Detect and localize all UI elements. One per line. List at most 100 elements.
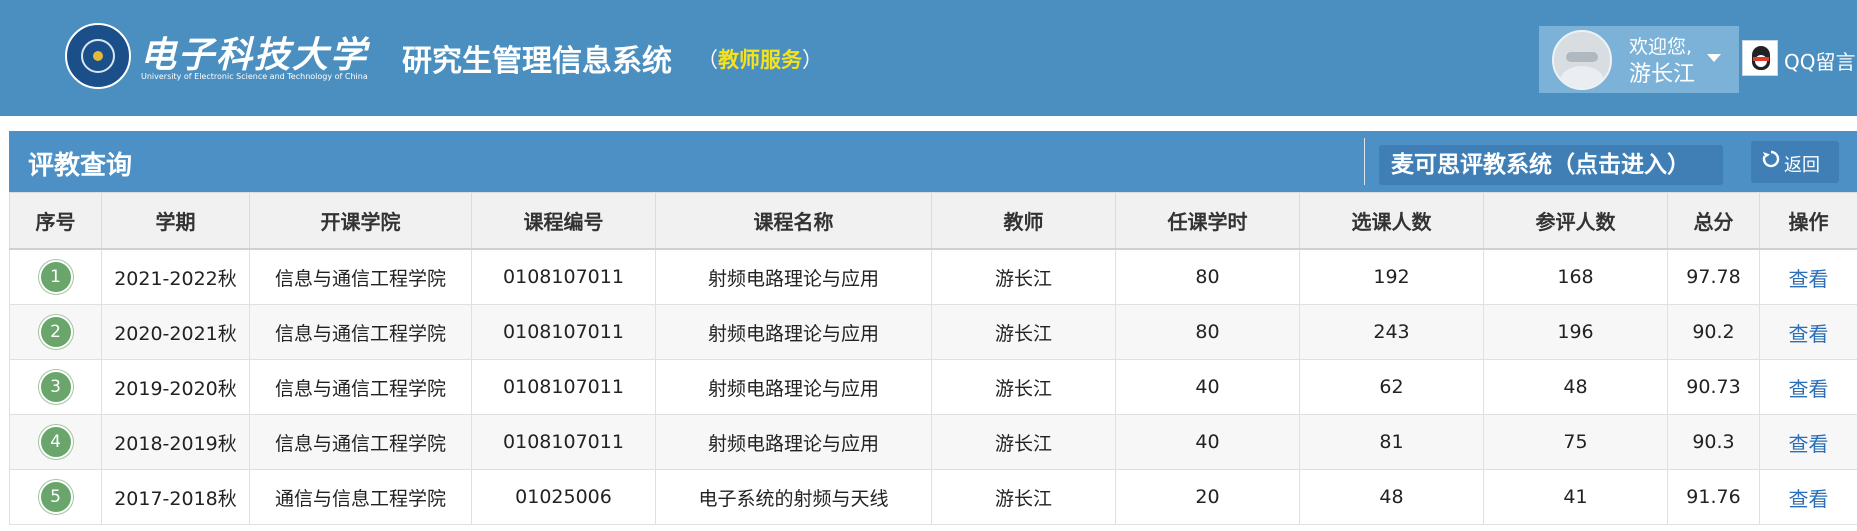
cell-course-name: 电子系统的射频与天线: [655, 469, 932, 525]
cell-enrolled: 62: [1299, 359, 1484, 415]
refresh-icon: [1762, 150, 1780, 168]
cell-term: 2020-2021秋: [101, 304, 250, 360]
cell-index: 5: [9, 469, 102, 525]
view-link[interactable]: 查看: [1789, 267, 1829, 291]
column-header: 序号: [9, 192, 102, 250]
system-role: （教师服务）: [697, 48, 823, 72]
cell-course-code: 0108107011: [471, 248, 656, 305]
cell-enrolled: 81: [1299, 414, 1484, 470]
cell-rated: 196: [1483, 304, 1668, 360]
cell-score: 90.73: [1667, 359, 1760, 415]
cell-term: 2018-2019秋: [101, 414, 250, 470]
cell-course-name: 射频电路理论与应用: [655, 359, 932, 415]
cell-enrolled: 192: [1299, 248, 1484, 305]
cell-index: 1: [9, 248, 102, 305]
university-english-name: University of Electronic Science and Tec…: [141, 72, 368, 81]
cell-action: 查看: [1759, 414, 1857, 470]
table-row: 4 2018-2019秋 信息与通信工程学院 0108107011 射频电路理论…: [9, 414, 1857, 470]
cell-college: 信息与通信工程学院: [249, 304, 472, 360]
cell-term: 2019-2020秋: [101, 359, 250, 415]
cell-rated: 41: [1483, 469, 1668, 525]
cell-teacher: 游长江: [931, 414, 1116, 470]
column-header: 教师: [931, 192, 1116, 250]
cell-term: 2017-2018秋: [101, 469, 250, 525]
table-row: 3 2019-2020秋 信息与通信工程学院 0108107011 射频电路理论…: [9, 359, 1857, 415]
cell-rated: 75: [1483, 414, 1668, 470]
column-header: 任课学时: [1115, 192, 1300, 250]
cell-hours: 20: [1115, 469, 1300, 525]
username: 游长江: [1629, 62, 1696, 87]
row-number-badge: 4: [38, 425, 73, 459]
chevron-down-icon[interactable]: [1707, 54, 1721, 62]
cell-action: 查看: [1759, 469, 1857, 525]
panel-header: 评教查询 麦可思评教系统（点击进入） 返回: [9, 131, 1857, 192]
column-header: 总分: [1667, 192, 1760, 250]
cell-score: 90.2: [1667, 304, 1760, 360]
column-header: 课程名称: [655, 192, 932, 250]
avatar: [1552, 30, 1612, 90]
cell-rated: 48: [1483, 359, 1668, 415]
mycos-evaluation-button[interactable]: 麦可思评教系统（点击进入）: [1379, 145, 1723, 185]
page-title: 评教查询: [28, 151, 133, 181]
cell-hours: 80: [1115, 304, 1300, 360]
cell-course-name: 射频电路理论与应用: [655, 414, 932, 470]
user-menu[interactable]: 欢迎您, 游长江: [1539, 26, 1739, 93]
table-row: 5 2017-2018秋 通信与信息工程学院 01025006 电子系统的射频与…: [9, 469, 1857, 525]
cell-college: 通信与信息工程学院: [249, 469, 472, 525]
university-name: 电子科技大学: [140, 34, 369, 76]
cell-index: 3: [9, 359, 102, 415]
cell-hours: 40: [1115, 359, 1300, 415]
column-header: 参评人数: [1483, 192, 1668, 250]
view-link[interactable]: 查看: [1789, 377, 1829, 401]
cell-score: 97.78: [1667, 248, 1760, 305]
qq-penguin-icon: [1742, 40, 1778, 76]
top-header: 电子科技大学 University of Electronic Science …: [0, 0, 1857, 116]
cell-score: 91.76: [1667, 469, 1760, 525]
back-label: 返回: [1784, 155, 1820, 176]
cell-course-code: 0108107011: [471, 414, 656, 470]
cell-course-code: 01025006: [471, 469, 656, 525]
column-header: 操作: [1759, 192, 1857, 250]
column-header: 课程编号: [471, 192, 656, 250]
cell-hours: 40: [1115, 414, 1300, 470]
back-button[interactable]: 返回: [1751, 141, 1839, 183]
row-number-badge: 5: [38, 480, 73, 514]
cell-action: 查看: [1759, 359, 1857, 415]
qq-message-label: QQ留言: [1784, 50, 1856, 74]
view-link[interactable]: 查看: [1789, 432, 1829, 456]
evaluation-table: 序号 学期 开课学院 课程编号 课程名称 教师 任课学时 选课人数 参评人数 总…: [9, 192, 1857, 525]
cell-rated: 168: [1483, 248, 1668, 305]
view-link[interactable]: 查看: [1789, 487, 1829, 511]
system-role-label: 教师服务: [718, 48, 802, 72]
row-number-badge: 2: [38, 315, 73, 349]
cell-college: 信息与通信工程学院: [249, 248, 472, 305]
cell-action: 查看: [1759, 248, 1857, 305]
table-header-row: 序号 学期 开课学院 课程编号 课程名称 教师 任课学时 选课人数 参评人数 总…: [9, 192, 1857, 250]
cell-enrolled: 48: [1299, 469, 1484, 525]
cell-enrolled: 243: [1299, 304, 1484, 360]
column-header: 选课人数: [1299, 192, 1484, 250]
cell-teacher: 游长江: [931, 469, 1116, 525]
cell-hours: 80: [1115, 248, 1300, 305]
cell-index: 2: [9, 304, 102, 360]
cell-course-name: 射频电路理论与应用: [655, 248, 932, 305]
divider: [1364, 138, 1365, 185]
view-link[interactable]: 查看: [1789, 322, 1829, 346]
cell-course-name: 射频电路理论与应用: [655, 304, 932, 360]
university-seal-logo: [65, 23, 131, 89]
column-header: 学期: [101, 192, 250, 250]
welcome-text: 欢迎您,: [1629, 36, 1693, 58]
cell-action: 查看: [1759, 304, 1857, 360]
cell-teacher: 游长江: [931, 304, 1116, 360]
column-header: 开课学院: [249, 192, 472, 250]
cell-course-code: 0108107011: [471, 304, 656, 360]
cell-teacher: 游长江: [931, 359, 1116, 415]
table-row: 2 2020-2021秋 信息与通信工程学院 0108107011 射频电路理论…: [9, 304, 1857, 360]
cell-index: 4: [9, 414, 102, 470]
cell-college: 信息与通信工程学院: [249, 359, 472, 415]
cell-teacher: 游长江: [931, 248, 1116, 305]
cell-term: 2021-2022秋: [101, 248, 250, 305]
system-title: 研究生管理信息系统: [402, 44, 672, 79]
cell-score: 90.3: [1667, 414, 1760, 470]
row-number-badge: 1: [38, 260, 73, 294]
